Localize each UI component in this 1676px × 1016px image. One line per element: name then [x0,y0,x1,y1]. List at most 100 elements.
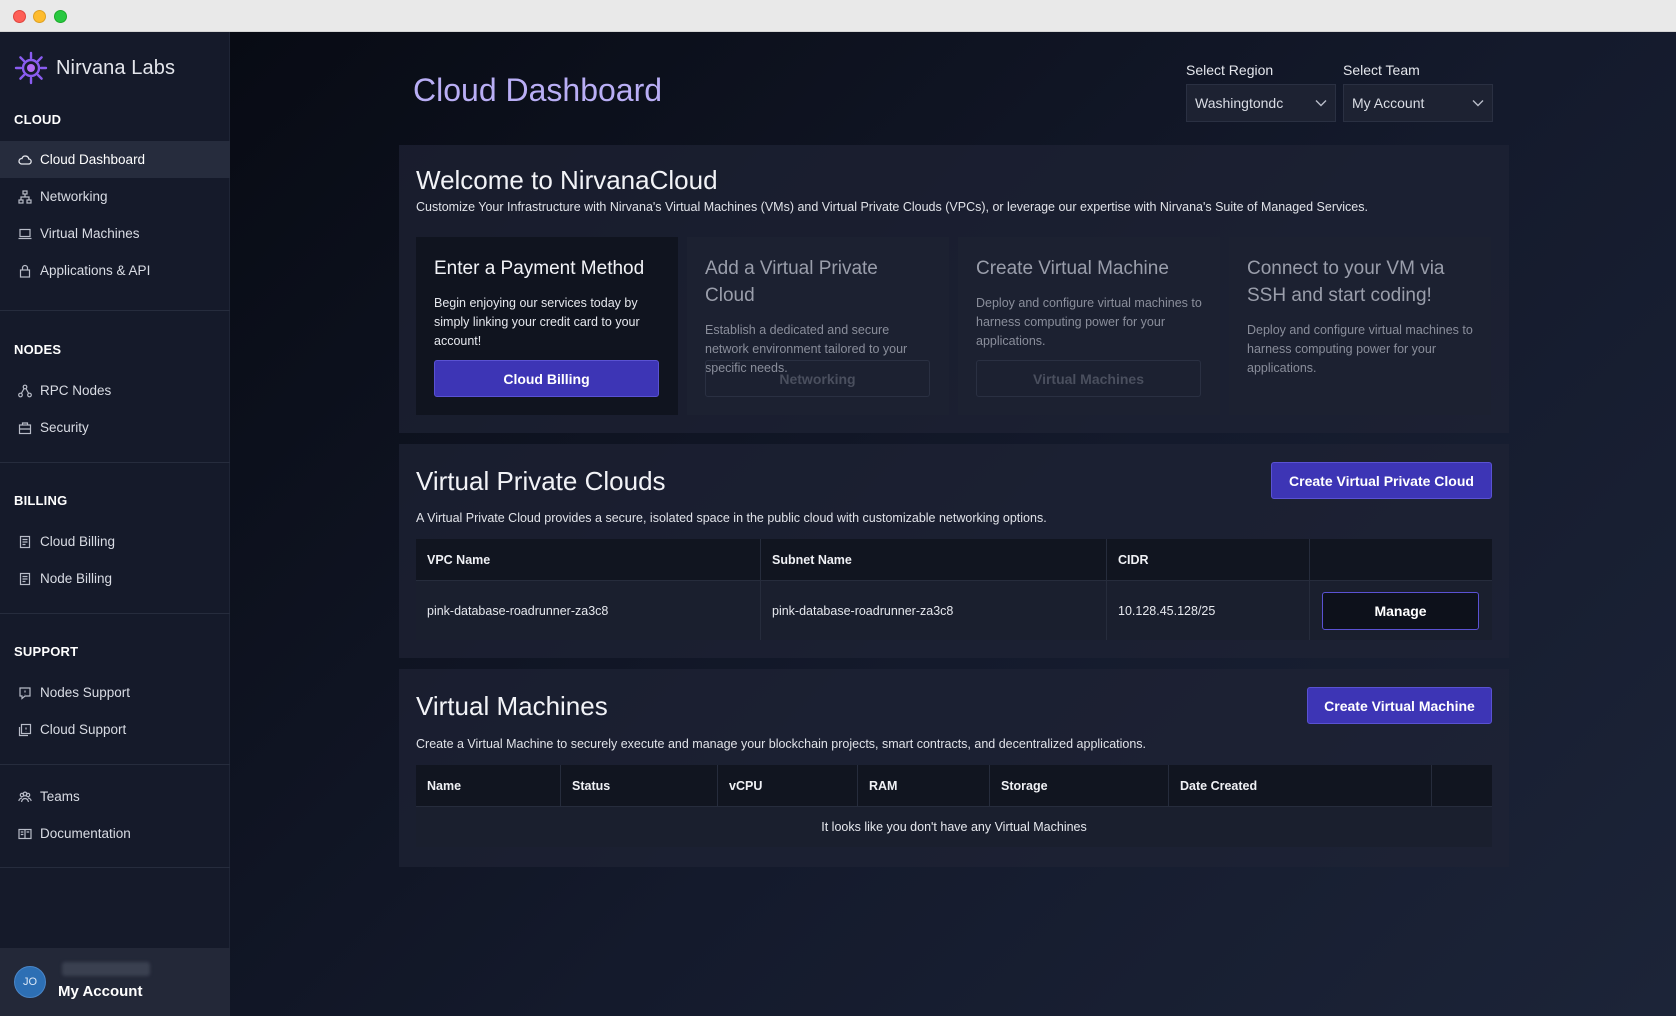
sidebar-item-label: Networking [40,189,108,204]
subnet-name-cell: pink-database-roadrunner-za3c8 [761,581,1107,640]
nav-section-billing: BILLING Cloud Billing Node Billing [0,493,230,597]
sidebar-item-networking[interactable]: Networking [0,178,230,215]
welcome-panel: Welcome to NirvanaCloud Customize Your I… [399,145,1509,433]
vpc-name-cell: pink-database-roadrunner-za3c8 [416,581,761,640]
vpc-description: A Virtual Private Cloud provides a secur… [416,511,1047,525]
vpc-panel: Virtual Private Clouds Create Virtual Pr… [399,444,1509,658]
column-header: VPC Name [416,539,761,580]
card-title: Add a Virtual Private Cloud [705,258,878,306]
nav-section-cloud: CLOUD Cloud Dashboard Networking Virtual… [0,112,230,289]
support-icon [18,723,32,737]
empty-state-message: It looks like you don't have any Virtual… [416,806,1492,847]
sidebar-item-cloud-support[interactable]: Cloud Support [0,711,230,748]
team-select-value: My Account [1352,95,1425,111]
sidebar-item-nodes-support[interactable]: Nodes Support [0,674,230,711]
virtual-machines-button[interactable]: Virtual Machines [976,360,1201,397]
sidebar-item-virtual-machines[interactable]: Virtual Machines [0,215,230,252]
sidebar-item-applications-api[interactable]: Applications & API [0,252,230,289]
cloud-billing-button[interactable]: Cloud Billing [434,360,659,397]
minimize-window-button[interactable] [33,10,46,23]
chevron-down-icon [1472,100,1484,107]
cloud-icon [18,153,32,167]
sidebar-item-label: Node Billing [40,571,113,586]
team-select[interactable]: My Account [1343,84,1493,122]
chevron-down-icon [1315,100,1327,107]
sidebar-item-documentation[interactable]: Documentation [0,815,230,852]
region-select-label: Select Region [1186,62,1274,78]
sidebar-item-label: Cloud Dashboard [40,152,146,167]
nodes-icon [18,384,32,398]
table-header: Name Status vCPU RAM Storage Date Create… [416,765,1492,806]
nav-section-support: SUPPORT Nodes Support Cloud Support [0,644,230,748]
vm-description: Create a Virtual Machine to securely exe… [416,737,1147,751]
security-icon [18,421,32,435]
column-header: CIDR [1107,539,1310,580]
sidebar-item-rpc-nodes[interactable]: RPC Nodes [0,372,230,409]
receipt-icon [18,572,32,586]
column-header [1432,765,1492,806]
account-name: My Account [58,983,143,1000]
card-body: Deploy and configure virtual machines to… [1247,323,1473,375]
support-icon [18,686,32,700]
sidebar-item-label: Documentation [40,826,131,841]
account-footer[interactable]: JO My Account [0,948,230,1016]
vpc-title: Virtual Private Clouds [416,466,666,496]
sidebar-item-node-billing[interactable]: Node Billing [0,560,230,597]
card-title: Enter a Payment Method [434,258,645,279]
receipt-icon [18,535,32,549]
create-vm-button[interactable]: Create Virtual Machine [1307,687,1492,724]
close-window-button[interactable] [13,10,26,23]
main-content: Cloud Dashboard Select Region Washington… [230,32,1676,1016]
avatar[interactable]: JO [14,966,46,998]
nav-heading-nodes: NODES [14,342,62,357]
column-header [1310,539,1492,580]
sidebar-item-cloud-dashboard[interactable]: Cloud Dashboard [0,141,230,178]
card-body: Begin enjoying our services today by sim… [434,296,640,348]
team-icon [18,790,32,804]
redacted-email [62,962,150,976]
nav-divider [0,613,230,614]
team-select-label: Select Team [1343,62,1420,78]
welcome-description: Customize Your Infrastructure with Nirva… [416,200,1368,214]
nav-section-nodes: NODES RPC Nodes Security [0,342,230,446]
column-header: RAM [858,765,990,806]
vm-table: Name Status vCPU RAM Storage Date Create… [416,765,1492,847]
sidebar-item-cloud-billing[interactable]: Cloud Billing [0,523,230,560]
vm-title: Virtual Machines [416,691,608,721]
networking-button[interactable]: Networking [705,360,930,397]
column-header: Status [561,765,718,806]
sidebar-item-label: Cloud Billing [40,534,116,549]
region-select-group: Select Region Washingtondc [1186,62,1336,122]
laptop-icon [18,227,32,241]
network-icon [18,189,32,204]
sidebar-item-security[interactable]: Security [0,409,230,446]
sidebar-item-teams[interactable]: Teams [0,778,230,815]
region-select[interactable]: Washingtondc [1186,84,1336,122]
nav-heading-support: SUPPORT [14,644,79,659]
sidebar-item-label: Virtual Machines [40,226,140,241]
nirvana-logo-icon [14,51,48,85]
title-bar [0,0,1676,32]
card-title: Connect to your VM via SSH and start cod… [1247,258,1445,306]
sidebar-item-label: RPC Nodes [40,383,112,398]
sidebar-item-label: Security [40,420,89,435]
create-vpc-button[interactable]: Create Virtual Private Cloud [1271,462,1492,499]
cidr-cell: 10.128.45.128/25 [1107,581,1310,640]
ssh-card: Connect to your VM via SSH and start cod… [1229,237,1491,415]
welcome-title: Welcome to NirvanaCloud [416,165,718,195]
column-header: Date Created [1169,765,1432,806]
column-header: Subnet Name [761,539,1107,580]
payment-card: Enter a Payment Method Begin enjoying ou… [416,237,678,415]
nav-heading-billing: BILLING [14,493,68,508]
manage-button[interactable]: Manage [1322,591,1479,630]
brand[interactable]: Nirvana Labs [14,50,175,86]
column-header: Name [416,765,561,806]
maximize-window-button[interactable] [54,10,67,23]
nav-divider [0,764,230,765]
vm-panel: Virtual Machines Create Virtual Machine … [399,669,1509,867]
lock-icon [18,264,32,278]
card-body: Deploy and configure virtual machines to… [976,296,1202,348]
nav-heading-cloud: CLOUD [14,112,62,127]
nav-section-misc: Teams Documentation [0,778,230,852]
card-title: Create Virtual Machine [976,258,1169,279]
